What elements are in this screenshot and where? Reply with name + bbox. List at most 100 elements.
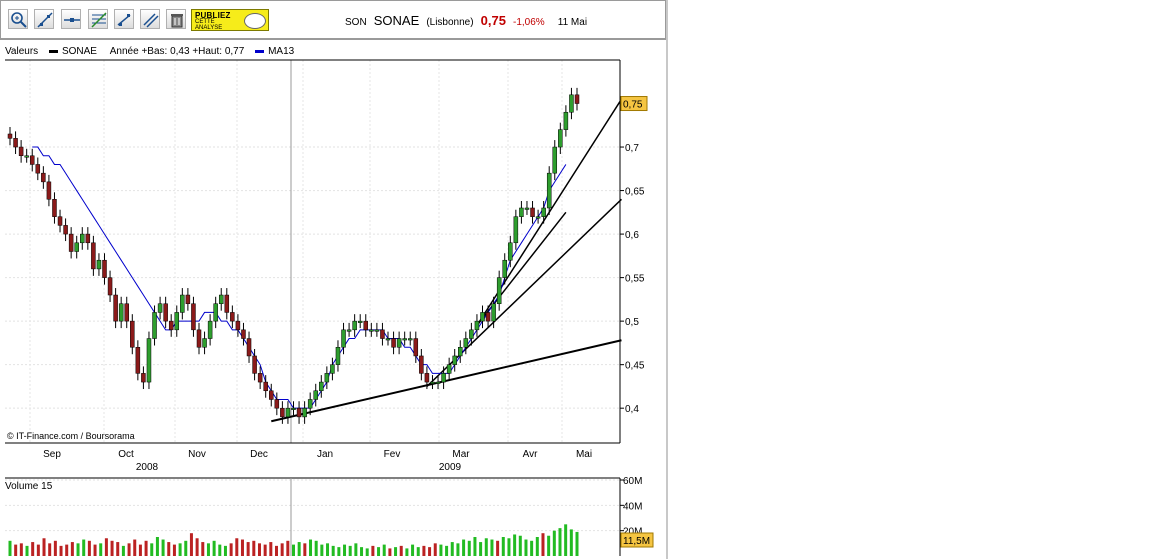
volume-tick-label: 60M <box>623 476 642 487</box>
horizontal-line-tool-button[interactable] <box>61 9 81 29</box>
volume-bar <box>252 540 256 556</box>
fibonacci-tool-button[interactable] <box>88 9 108 29</box>
volume-bar <box>144 540 148 556</box>
volume-bar <box>371 545 375 556</box>
volume-bar <box>569 529 573 556</box>
candle-body <box>363 320 369 331</box>
last-price: 0,75 <box>480 13 506 28</box>
volume-bar <box>36 544 40 556</box>
quote-date: 11 Mai <box>557 17 588 28</box>
price-axis: 0,4 0,45 0,5 0,55 0,6 0,65 0,7 0,75 <box>620 96 648 415</box>
volume-bar <box>399 545 403 556</box>
volume-bar <box>456 543 460 556</box>
candle-body <box>85 233 91 244</box>
trendline-icon <box>37 12 53 28</box>
volume-bar <box>195 538 199 556</box>
volume-bar <box>439 544 443 556</box>
candle-body <box>102 259 107 278</box>
candle-body <box>324 373 330 383</box>
publish-analysis-banner[interactable]: PUBLIEZ CETTE ANALYSE <box>191 9 269 31</box>
volume-bar <box>93 544 97 556</box>
volume-bar <box>303 543 307 556</box>
ma13-line <box>32 146 567 409</box>
price-volume-chart: 0,4 0,45 0,5 0,55 0,6 0,65 0,7 0,75 Sep Oct Nov De… <box>5 59 654 556</box>
volume-bar <box>433 543 437 556</box>
ma13-polyline <box>32 146 567 409</box>
month-label: Avr <box>523 449 538 460</box>
candle-body <box>13 138 18 148</box>
volume-bar <box>286 540 290 556</box>
volume-bar <box>59 545 63 556</box>
price-tick-label: 0,45 <box>625 361 645 372</box>
volume-bar <box>337 547 341 556</box>
candle-body <box>502 259 507 278</box>
volume-bar <box>133 539 137 556</box>
volume-tick-label: 20M <box>623 527 642 538</box>
volume-bar <box>326 543 330 556</box>
zoom-tool-button[interactable] <box>8 9 28 29</box>
trendline <box>476 98 623 326</box>
candle-body <box>435 381 441 384</box>
candle-body <box>563 111 569 130</box>
volume-bar <box>309 539 313 556</box>
volume-axis: 20M 40M 60M 11,5M <box>620 476 654 548</box>
data-credit: © IT-Finance.com / Boursorama <box>7 431 135 441</box>
volume-bar <box>138 544 142 556</box>
legend-series-swatch <box>48 49 58 53</box>
volume-bar <box>269 542 273 556</box>
volume-bar <box>479 542 483 556</box>
candle-body <box>263 381 268 392</box>
volume-bar <box>331 545 335 556</box>
volume-label: Volume 15 <box>5 481 53 492</box>
year-label: 2008 <box>136 462 159 473</box>
volume-bar <box>65 544 69 556</box>
volume-bar <box>121 545 125 556</box>
candle-body <box>7 133 13 139</box>
trendlines <box>271 98 623 423</box>
price-tick-label: 0,55 <box>625 274 645 285</box>
volume-tick-label: 40M <box>623 501 642 512</box>
candle-body <box>63 225 68 235</box>
volume-bar <box>314 540 318 556</box>
candle-body <box>407 338 413 341</box>
trendline-tool-button[interactable] <box>34 9 54 29</box>
volume-bar <box>42 538 46 556</box>
ticker-symbol: SON <box>345 17 367 28</box>
candle-body <box>480 312 485 322</box>
candle-body <box>46 181 52 200</box>
channel-tool-button[interactable] <box>114 9 134 29</box>
price-change: -1,06% <box>513 17 545 28</box>
volume-bar <box>297 542 301 556</box>
volume-grid <box>5 478 620 556</box>
legend-ma-label: MA13 <box>268 46 295 57</box>
volume-bar <box>462 539 466 556</box>
delete-tool-button[interactable] <box>166 9 186 29</box>
volume-bar <box>189 533 193 556</box>
volume-bar <box>167 542 171 556</box>
candle-body <box>118 303 124 322</box>
volume-bars <box>8 524 579 556</box>
candle-body <box>519 207 524 217</box>
candle-body <box>369 329 374 332</box>
candle-body <box>307 399 313 409</box>
volume-bar <box>116 542 120 556</box>
candle-body <box>346 329 352 332</box>
candle-body <box>107 277 113 296</box>
volume-bar <box>467 540 471 556</box>
volume-bar <box>257 543 261 556</box>
volume-bar <box>280 543 284 556</box>
parallel-lines-tool-button[interactable] <box>140 9 160 29</box>
candle-body <box>74 242 79 252</box>
volume-bar <box>496 540 500 556</box>
magnifier-icon <box>11 12 27 28</box>
volume-bar <box>31 542 35 556</box>
candle-body <box>374 329 380 332</box>
month-label: Mai <box>576 449 592 460</box>
volume-bar <box>292 544 295 556</box>
volume-bar <box>184 540 188 556</box>
volume-bar <box>178 543 182 556</box>
candle-body <box>91 242 96 270</box>
volume-bar <box>104 538 108 556</box>
candle-body <box>80 233 85 244</box>
candle-body <box>530 207 535 217</box>
